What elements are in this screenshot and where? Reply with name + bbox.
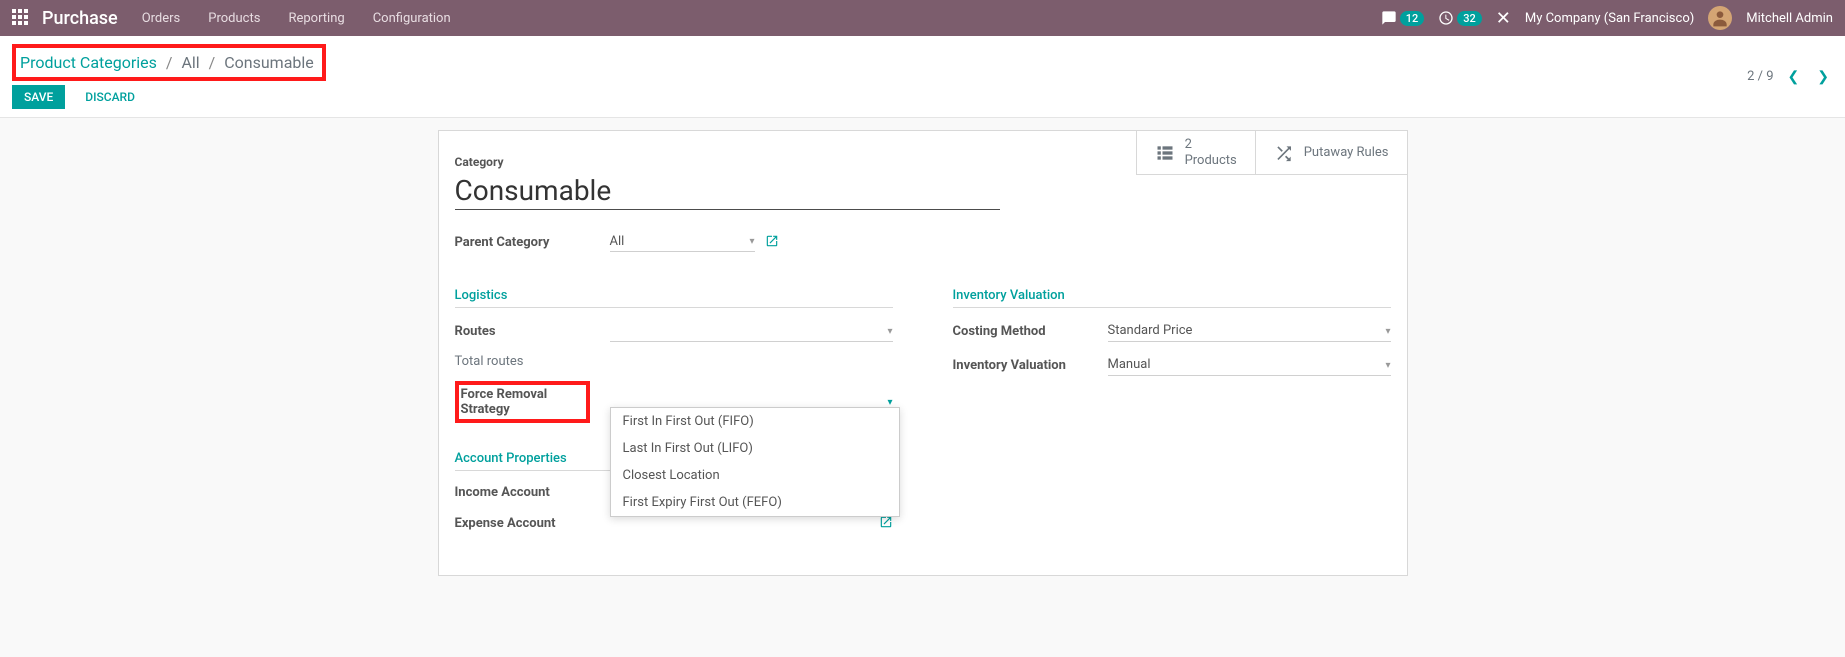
stat-products[interactable]: 2 Products	[1136, 131, 1255, 175]
nav-reporting[interactable]: Reporting	[288, 11, 344, 26]
list-icon	[1155, 143, 1175, 163]
dropdown-option-fifo[interactable]: First In First Out (FIFO)	[611, 408, 899, 435]
pager-position: 2 / 9	[1747, 69, 1773, 84]
force-removal-label: Force Removal Strategy	[461, 387, 580, 417]
pager: 2 / 9 ❮ ❯	[1747, 69, 1833, 85]
stat-products-count: 2	[1185, 137, 1237, 153]
apps-icon[interactable]	[12, 9, 30, 27]
chevron-down-icon[interactable]: ▾	[1385, 326, 1390, 337]
user-icon	[1710, 8, 1730, 28]
stat-putaway[interactable]: Putaway Rules	[1255, 131, 1407, 175]
save-button[interactable]: SAVE	[12, 85, 65, 109]
force-removal-dropdown: First In First Out (FIFO) Last In First …	[610, 407, 900, 517]
inventory-valuation-select[interactable]	[1108, 354, 1391, 376]
chevron-down-icon[interactable]: ▾	[1385, 360, 1390, 371]
messages-badge[interactable]: 12	[1381, 10, 1425, 26]
breadcrumb-root[interactable]: Product Categories	[20, 53, 157, 72]
parent-category-select[interactable]: All ▾	[610, 232, 755, 252]
nav-orders[interactable]: Orders	[142, 11, 181, 26]
total-routes-label: Total routes	[455, 354, 610, 369]
chevron-down-icon[interactable]: ▾	[887, 326, 892, 337]
stat-products-label: Products	[1185, 153, 1237, 169]
external-link-icon	[765, 234, 779, 248]
clock-icon	[1438, 10, 1454, 26]
stat-putaway-label: Putaway Rules	[1304, 145, 1389, 160]
costing-method-label: Costing Method	[953, 324, 1108, 339]
external-link-icon	[879, 515, 893, 529]
breadcrumb-bar: Product Categories / All / Consumable SA…	[0, 36, 1845, 118]
pager-prev[interactable]: ❮	[1784, 69, 1804, 85]
dropdown-option-fefo[interactable]: First Expiry First Out (FEFO)	[611, 489, 899, 516]
parent-category-label: Parent Category	[455, 235, 610, 250]
form-sheet: 2 Products Putaway Rules Category Parent…	[438, 130, 1408, 576]
app-brand[interactable]: Purchase	[42, 8, 118, 29]
company-selector[interactable]: My Company (San Francisco)	[1525, 11, 1694, 26]
logistics-title: Logistics	[455, 288, 893, 308]
chat-icon	[1381, 10, 1397, 26]
shuffle-icon	[1274, 143, 1294, 163]
pager-next[interactable]: ❯	[1813, 69, 1833, 85]
discard-button[interactable]: DISCARD	[73, 85, 147, 109]
breadcrumb-current: Consumable	[224, 53, 314, 72]
routes-input[interactable]	[610, 320, 893, 342]
topbar: Purchase Orders Products Reporting Confi…	[0, 0, 1845, 36]
dropdown-option-closest[interactable]: Closest Location	[611, 462, 899, 489]
nav-products[interactable]: Products	[208, 11, 260, 26]
costing-method-select[interactable]	[1108, 320, 1391, 342]
breadcrumb-path: All	[181, 53, 199, 72]
routes-label: Routes	[455, 324, 610, 339]
inventory-valuation-title: Inventory Valuation	[953, 288, 1391, 308]
nav-configuration[interactable]: Configuration	[373, 11, 451, 26]
activity-badge[interactable]: 32	[1438, 10, 1482, 26]
chevron-down-icon: ▾	[749, 236, 754, 247]
avatar[interactable]	[1708, 6, 1732, 30]
breadcrumb: Product Categories / All / Consumable	[12, 44, 326, 81]
inventory-valuation-label: Inventory Valuation	[953, 358, 1108, 373]
income-account-label: Income Account	[455, 485, 610, 500]
expense-account-label: Expense Account	[455, 516, 610, 531]
chevron-down-icon[interactable]: ▾	[887, 397, 892, 408]
parent-category-external-link[interactable]	[765, 233, 779, 252]
category-input[interactable]	[455, 172, 1000, 210]
dropdown-option-lifo[interactable]: Last In First Out (LIFO)	[611, 435, 899, 462]
user-menu[interactable]: Mitchell Admin	[1746, 11, 1833, 26]
close-icon[interactable]: ✕	[1496, 8, 1511, 29]
